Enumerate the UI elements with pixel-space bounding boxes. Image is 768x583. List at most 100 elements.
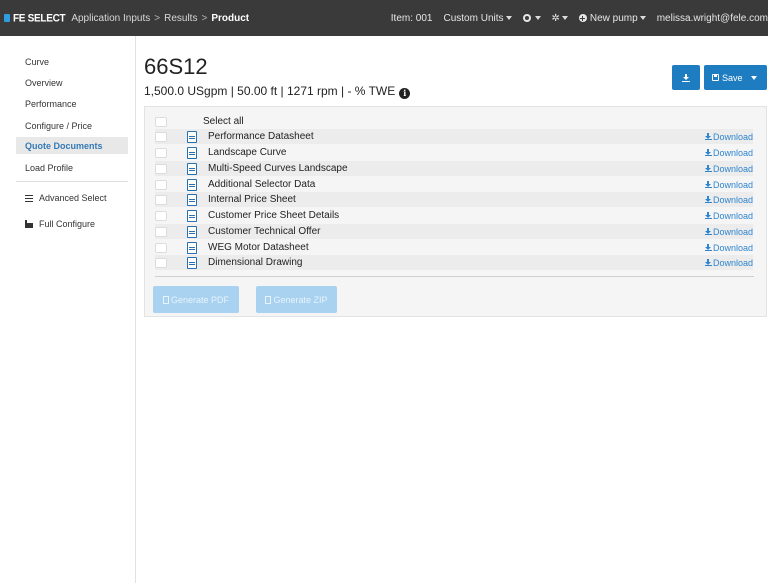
document-name: Dimensional Drawing (208, 257, 303, 268)
download-link[interactable]: Download (704, 243, 753, 253)
gear-icon: ✲ (551, 12, 560, 24)
document-checkbox[interactable] (155, 226, 167, 237)
pdf-file-icon (187, 162, 197, 175)
document-icon (265, 295, 272, 304)
help-menu[interactable] (522, 14, 541, 22)
breadcrumb-results[interactable]: Results (164, 13, 197, 24)
list-item: Additional Selector Data Download (155, 177, 753, 192)
select-all-checkbox[interactable] (155, 116, 167, 127)
download-link[interactable]: Download (704, 131, 753, 142)
download-icon (704, 133, 712, 140)
generate-pdf-label: Generate PDF (170, 294, 230, 305)
panel-divider (155, 276, 754, 277)
sidebar-item-label: Configure / Price (25, 120, 93, 131)
generate-pdf-button[interactable]: Generate PDF (153, 286, 239, 313)
document-checkbox[interactable] (155, 163, 167, 174)
generate-zip-label: Generate ZIP (273, 294, 328, 305)
sidebar-item-configure-price[interactable]: Configure / Price (16, 117, 128, 134)
download-icon (704, 165, 712, 172)
plus-circle-icon (578, 14, 587, 22)
download-link-label: Download (712, 226, 753, 237)
factory-icon (25, 219, 33, 228)
download-link[interactable]: Download (704, 226, 753, 237)
list-item: Customer Technical Offer Download (155, 224, 753, 239)
page-title: 66S12 (144, 54, 208, 79)
download-link-label: Download (712, 179, 753, 190)
pdf-file-icon (187, 146, 197, 159)
document-checkbox[interactable] (155, 131, 167, 142)
product-summary-text: 1,500.0 USgpm | 50.00 ft | 1271 rpm | - … (144, 84, 396, 98)
sidebar-item-full-configure[interactable]: Full Configure (16, 215, 128, 232)
breadcrumb-separator: > (201, 12, 208, 24)
download-icon (704, 181, 712, 188)
chevron-down-icon (750, 75, 757, 80)
download-icon (682, 73, 690, 82)
download-icon (704, 196, 712, 203)
download-link-label: Download (712, 147, 753, 158)
sidebar-item-label: Advanced Select (39, 192, 107, 203)
document-checkbox[interactable] (155, 257, 167, 268)
quote-documents-panel: Select all Performance Datasheet Downloa… (144, 106, 767, 317)
user-email: melissa.wright@fele.com (656, 12, 768, 24)
document-name: Additional Selector Data (208, 179, 316, 190)
settings-menu[interactable]: ✲ (552, 13, 568, 24)
top-navbar: FE SELECT Application Inputs > Results >… (0, 0, 768, 36)
chevron-down-icon (534, 16, 541, 20)
document-checkbox[interactable] (155, 194, 167, 205)
download-link-label: Download (712, 131, 753, 142)
info-icon[interactable]: i (399, 87, 411, 99)
units-dropdown[interactable]: Custom Units (443, 13, 512, 24)
download-icon (704, 244, 712, 251)
sidebar-item-quote-documents[interactable]: Quote Documents (16, 137, 128, 154)
list-item: Performance Datasheet Download (155, 129, 753, 144)
sidebar-item-load-profile[interactable]: Load Profile (16, 159, 128, 176)
document-checkbox[interactable] (155, 210, 167, 221)
sidebar-item-label: Curve (25, 56, 50, 67)
item-indicator[interactable]: Item: 001 (391, 13, 433, 24)
brand[interactable]: FE SELECT (0, 11, 71, 25)
document-name: WEG Motor Datasheet (208, 242, 309, 253)
select-all-row: Select all (155, 114, 753, 129)
new-pump-dropdown[interactable]: New pump (578, 12, 646, 24)
list-item: Dimensional Drawing Download (155, 255, 753, 270)
sidebar-divider (16, 181, 128, 182)
download-link[interactable]: Download (704, 147, 753, 158)
sliders-icon (25, 194, 33, 202)
download-icon (704, 212, 712, 219)
download-link[interactable]: Download (704, 179, 753, 190)
brand-name: FE SELECT (13, 11, 66, 25)
save-button[interactable]: Save (704, 65, 767, 90)
list-item: Customer Price Sheet Details Download (155, 208, 753, 223)
list-item: Internal Price Sheet Download (155, 192, 753, 207)
document-icon (162, 295, 169, 304)
download-button[interactable] (672, 65, 700, 90)
document-name: Landscape Curve (208, 147, 287, 158)
pdf-file-icon (187, 178, 197, 191)
product-summary: 1,500.0 USgpm | 50.00 ft | 1271 rpm | - … (144, 84, 411, 99)
sidebar-item-advanced-select[interactable]: Advanced Select (16, 189, 128, 206)
user-menu[interactable]: melissa.wright@fele.com (657, 13, 768, 24)
document-name: Internal Price Sheet (208, 194, 296, 205)
download-link-label: Download (712, 257, 753, 268)
download-link-label: Download (712, 194, 753, 205)
help-icon (522, 14, 531, 22)
download-icon (704, 149, 712, 156)
download-link[interactable]: Download (704, 257, 753, 268)
download-link[interactable]: Download (704, 164, 753, 174)
document-checkbox[interactable] (155, 242, 167, 253)
breadcrumb-current: Product (211, 12, 250, 24)
sidebar-item-performance[interactable]: Performance (16, 95, 128, 112)
breadcrumb-application-inputs[interactable]: Application Inputs (71, 13, 150, 24)
document-name: Multi-Speed Curves Landscape (208, 163, 348, 174)
download-link[interactable]: Download (704, 211, 753, 221)
generate-zip-button[interactable]: Generate ZIP (256, 286, 337, 313)
document-checkbox[interactable] (155, 179, 167, 190)
document-name: Performance Datasheet (208, 131, 314, 142)
sidebar-item-curve[interactable]: Curve (16, 53, 128, 70)
document-checkbox[interactable] (155, 147, 167, 158)
download-link[interactable]: Download (704, 194, 753, 205)
new-pump-label: New pump (589, 12, 638, 24)
sidebar-item-label: Overview (25, 77, 63, 88)
sidebar-item-overview[interactable]: Overview (16, 74, 128, 91)
save-label: Save (722, 72, 743, 83)
